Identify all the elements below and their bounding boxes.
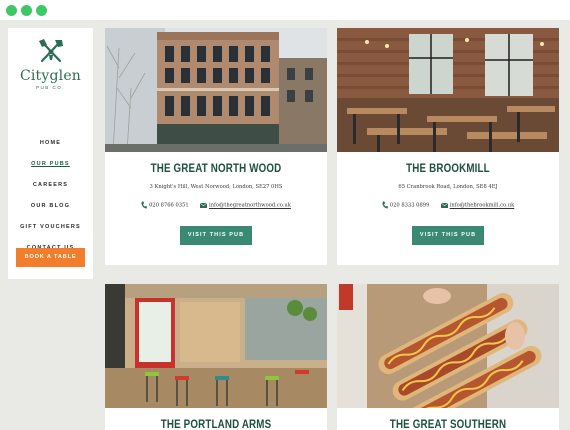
pub-photo[interactable] [337, 284, 559, 408]
nav-item-home[interactable]: HOME [8, 140, 93, 146]
pub-photo[interactable] [105, 28, 327, 152]
phone-icon [141, 201, 148, 209]
pub-card: THE PORTLAND ARMS [105, 284, 327, 430]
window-minimize-button[interactable] [21, 5, 32, 16]
pub-phone[interactable]: 020 8766 0351 [149, 203, 189, 209]
pub-card: THE GREAT NORTH WOOD 3 Knight's Hill, We… [105, 28, 327, 265]
pub-contacts: 020 8766 0351 info@thegreatnorthwood.co.… [105, 201, 327, 209]
phone-icon [382, 201, 388, 209]
crossed-tools-icon [38, 39, 63, 63]
nav-item-our-pubs[interactable]: OUR PUBS [8, 161, 93, 167]
pub-address: 3 Knight's Hill, West Norwood, London, S… [149, 184, 283, 190]
pub-name: THE GREAT NORTH WOOD [150, 163, 282, 175]
pub-phone[interactable]: 020 8333 0899 [390, 203, 430, 209]
book-a-table-button[interactable]: BOOK A TABLE [16, 248, 85, 267]
pub-name: THE BROOKMILL [406, 163, 490, 175]
email-icon [200, 202, 208, 208]
pub-photo[interactable] [105, 284, 327, 408]
nav-item-careers[interactable]: CAREERS [8, 182, 93, 188]
pub-photo[interactable] [337, 28, 559, 152]
pub-card: THE BROOKMILL 65 Cranbrook Road, London,… [337, 28, 559, 265]
pub-card: THE GREAT SOUTHERN [337, 284, 559, 430]
window-maximize-button[interactable] [36, 5, 47, 16]
pub-name: THE GREAT SOUTHERN [389, 419, 507, 430]
email-icon [440, 202, 448, 208]
pub-address: 65 Cranbrook Road, London, SE8 4EJ [398, 184, 498, 190]
nav-item-our-blog[interactable]: OUR BLOG [8, 203, 93, 209]
pub-email-link[interactable]: info@thegreatnorthwood.co.uk [209, 203, 291, 209]
brand-logo[interactable]: Cityglen PUB CO. [8, 36, 93, 90]
pub-contacts: 020 8333 0899 info@thebrookmill.co.uk [337, 201, 559, 209]
window-titlebar [0, 0, 570, 20]
visit-pub-button[interactable]: VISIT THIS PUB [412, 226, 484, 245]
visit-pub-button[interactable]: VISIT THIS PUB [180, 226, 252, 245]
pub-email-link[interactable]: info@thebrookmill.co.uk [450, 203, 515, 209]
brand-name: Cityglen [19, 68, 82, 84]
sidebar: Cityglen PUB CO. HOME OUR PUBS CAREERS O… [8, 28, 93, 279]
pub-name: THE PORTLAND ARMS [160, 419, 272, 430]
brand-tagline: PUB CO. [35, 85, 65, 90]
window-close-button[interactable] [6, 5, 17, 16]
nav-item-gift-vouchers[interactable]: GIFT VOUCHERS [8, 224, 93, 230]
